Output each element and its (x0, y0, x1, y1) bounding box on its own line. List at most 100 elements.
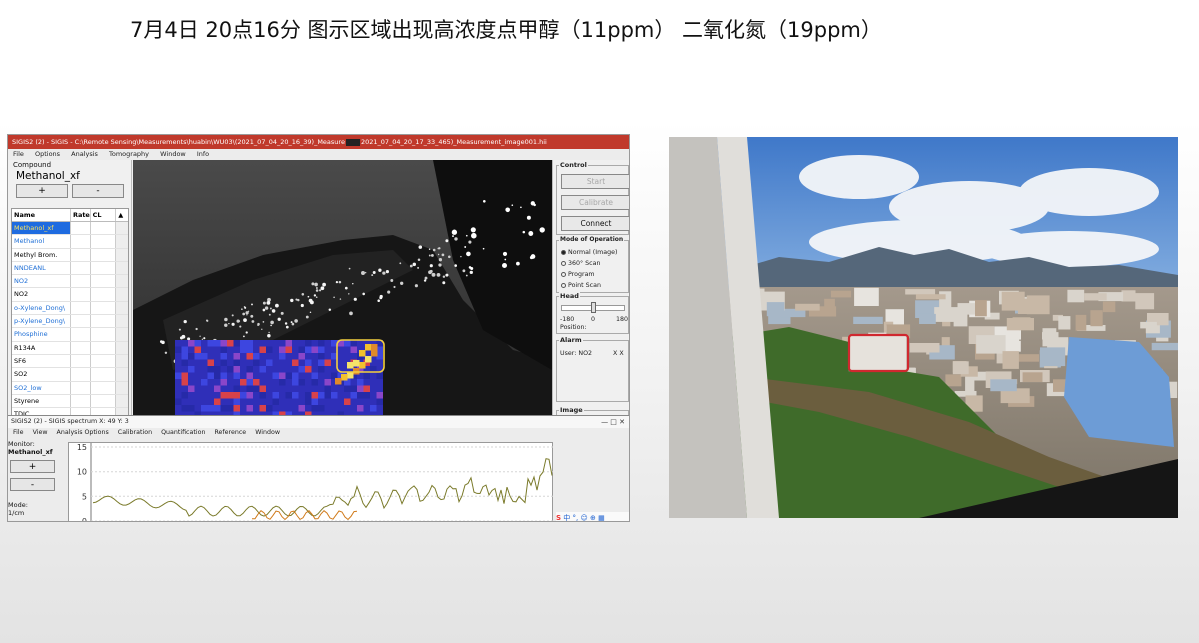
city-light (470, 266, 474, 271)
heat-cell (318, 359, 325, 366)
menu-options[interactable]: Options (35, 150, 60, 158)
monitor-add-button[interactable]: + (10, 460, 55, 473)
gas-table-row[interactable]: NO2 (12, 275, 128, 289)
radio-icon[interactable] (561, 249, 566, 255)
scrollbar-track[interactable] (116, 301, 128, 315)
city-building (1005, 330, 1021, 340)
heat-cell (285, 340, 292, 347)
gas-table-row[interactable]: SF6 (12, 354, 128, 369)
spectrum-side-panel: Monitor: Methanol_xf + - Mode: 1/cm (8, 438, 66, 521)
city-building (1084, 293, 1107, 301)
scrollbar-track[interactable] (116, 235, 128, 248)
spec-menu-file[interactable]: File (13, 429, 24, 436)
heat-cell (246, 405, 253, 412)
scrollbar-track[interactable] (116, 248, 128, 261)
col-cl[interactable]: CL (91, 209, 117, 221)
head-slider-thumb[interactable] (591, 302, 596, 313)
gas-rate-cell (71, 248, 91, 261)
col-rate[interactable]: Rate (71, 209, 91, 221)
spec-menu-calibration[interactable]: Calibration (118, 429, 152, 436)
compound-remove-button[interactable]: - (72, 184, 124, 198)
gas-table-row[interactable]: SO2_low (12, 381, 128, 395)
gas-table-row[interactable]: NNDEANL (12, 261, 128, 276)
heat-cell (279, 379, 286, 386)
site-photo-image (669, 137, 1178, 518)
heat-cell (279, 353, 286, 360)
city-building (1151, 342, 1178, 351)
city-light (284, 322, 288, 325)
city-light (328, 308, 332, 311)
ime-toolbar[interactable]: S 中 °, ☺ ⊕ ▦ (556, 512, 629, 521)
spec-menu-window[interactable]: Window (255, 429, 280, 436)
scrollbar-track[interactable] (116, 368, 128, 381)
scrollbar-track[interactable] (116, 261, 128, 275)
gas-table-row[interactable]: Methanol_xf (12, 222, 128, 236)
city-light (178, 328, 181, 331)
gas-table-row[interactable]: o-Xylene_Dong\ (12, 301, 128, 316)
gas-table-row[interactable]: p-Xylene_Dong\ (12, 315, 128, 329)
city-light (309, 311, 312, 314)
city-building (1022, 372, 1043, 382)
gas-table-row[interactable]: Methyl Brom. (12, 248, 128, 262)
heat-cell (292, 372, 299, 379)
city-light (432, 248, 436, 252)
city-light (428, 254, 431, 257)
gas-table-row[interactable]: NO2 (12, 288, 128, 302)
city-building (976, 335, 1006, 354)
ime-status-icons[interactable]: 中 °, ☺ ⊕ ▦ (563, 514, 604, 521)
mode-option[interactable]: Point Scan (561, 282, 601, 289)
city-light (262, 301, 266, 305)
city-light (245, 331, 248, 334)
calibrate-button[interactable]: Calibrate (561, 195, 629, 210)
start-button[interactable]: Start (561, 174, 629, 189)
mode-option[interactable]: Program (561, 271, 595, 278)
connect-button[interactable]: Connect (561, 216, 629, 231)
scrollbar-track[interactable] (116, 354, 128, 368)
heat-cell (240, 340, 247, 347)
scrollbar-track[interactable] (116, 341, 128, 354)
city-light (181, 334, 186, 339)
scrollbar-track[interactable] (116, 315, 128, 328)
heat-cell (246, 340, 253, 347)
mode-option-label: Point Scan (568, 282, 601, 289)
spec-menu-reference[interactable]: Reference (214, 429, 246, 436)
mode-option[interactable]: 360° Scan (561, 260, 600, 267)
heat-cell (246, 353, 253, 360)
scrollbar-arrow-icon[interactable]: ▲ (116, 209, 128, 221)
col-name[interactable]: Name (12, 209, 71, 221)
heat-cell (292, 359, 299, 366)
spec-menu-analysis-options[interactable]: Analysis Options (57, 429, 109, 436)
gas-table-row[interactable]: Phosphine (12, 328, 128, 342)
city-light (442, 281, 446, 285)
spec-menu-quantification[interactable]: Quantification (161, 429, 205, 436)
heat-cell (175, 346, 182, 353)
ime-logo-icon[interactable]: S (556, 514, 561, 521)
compound-add-button[interactable]: + (16, 184, 68, 198)
gas-table-row[interactable]: R134A (12, 341, 128, 355)
spectrum-window-controls[interactable]: — □ ✕ (601, 416, 625, 428)
scrollbar-track[interactable] (116, 275, 128, 288)
radio-icon[interactable] (561, 282, 566, 288)
scrollbar-track[interactable] (116, 328, 128, 341)
scrollbar-track[interactable] (116, 288, 128, 301)
scrollbar-track[interactable] (116, 394, 128, 408)
spec-menu-view[interactable]: View (33, 429, 48, 436)
city-light (431, 272, 436, 277)
menu-file[interactable]: File (13, 150, 24, 158)
scrollbar-track[interactable] (116, 222, 128, 235)
menu-analysis[interactable]: Analysis (71, 150, 98, 158)
menu-info[interactable]: Info (197, 150, 209, 158)
gas-table-row[interactable]: SO2 (12, 368, 128, 382)
gas-table-row[interactable]: Styrene (12, 394, 128, 409)
gas-rate-cell (71, 394, 91, 408)
scrollbar-track[interactable] (116, 381, 128, 394)
menu-window[interactable]: Window (160, 150, 186, 158)
radio-icon[interactable] (561, 271, 566, 277)
gas-table-row[interactable]: Methanol (12, 235, 128, 249)
menu-tomography[interactable]: Tomography (109, 150, 149, 158)
mode-option[interactable]: Normal (Image) (561, 249, 617, 256)
monitor-remove-button[interactable]: - (10, 478, 55, 491)
radio-icon[interactable] (561, 260, 566, 266)
heat-cell (305, 366, 312, 373)
city-light (429, 269, 433, 273)
